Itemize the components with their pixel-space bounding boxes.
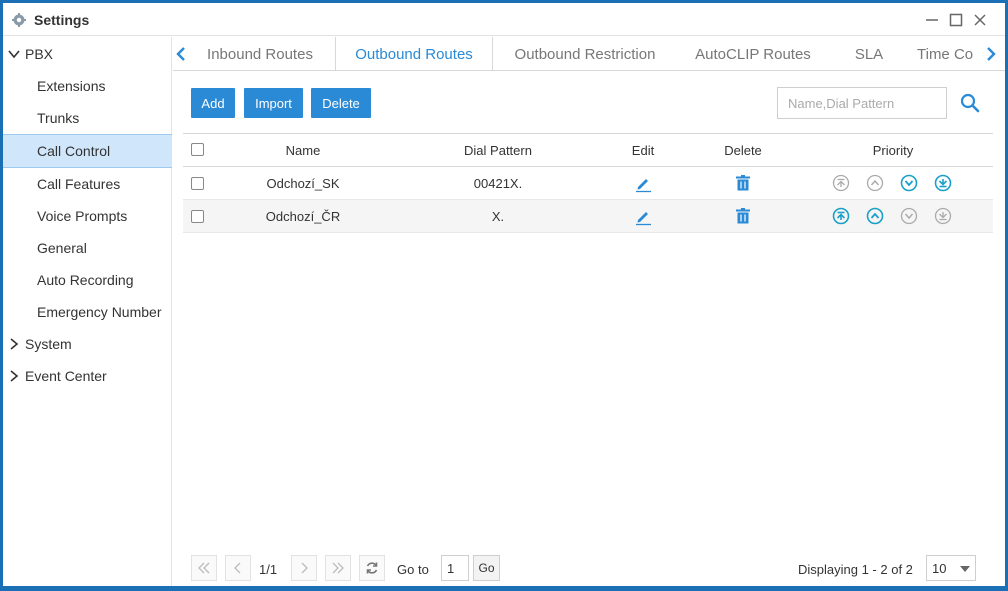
settings-window: Settings PBX Extensions Trunks Call Cont… [3, 3, 1005, 586]
displaying-text: Displaying 1 - 2 of 2 [798, 562, 913, 577]
sidebar-group-event-center[interactable]: Event Center [3, 361, 172, 391]
sidebar-group-label: Event Center [25, 368, 107, 384]
last-page-button[interactable] [325, 555, 351, 581]
trash-icon[interactable] [734, 207, 752, 225]
sidebar: PBX Extensions Trunks Call Control Call … [3, 37, 172, 586]
column-header-edit: Edit [631, 142, 655, 158]
minimize-icon[interactable] [924, 12, 940, 28]
route-name: Odchozí_ČR [265, 208, 341, 224]
route-name: Odchozí_SK [266, 175, 340, 191]
main-content: Inbound Routes Outbound Routes Outbound … [173, 37, 1005, 586]
sidebar-item-extensions[interactable]: Extensions [3, 70, 172, 102]
double-chevron-right-icon [332, 562, 344, 574]
tab-autoclip-routes[interactable]: AutoCLIP Routes [681, 37, 825, 70]
search-input[interactable] [777, 87, 947, 119]
delete-button[interactable]: Delete [311, 88, 371, 118]
sidebar-item-emergency-number[interactable]: Emergency Number [3, 296, 172, 328]
double-chevron-left-icon [198, 562, 210, 574]
row-checkbox[interactable] [191, 210, 204, 223]
search-icon[interactable] [960, 93, 980, 113]
move-down-icon[interactable] [900, 174, 918, 192]
tab-time-conditions[interactable]: Time Co [917, 37, 983, 70]
window-title: Settings [34, 12, 90, 28]
sidebar-item-call-features[interactable]: Call Features [3, 168, 172, 200]
tab-outbound-restriction[interactable]: Outbound Restriction [503, 37, 667, 70]
import-button[interactable]: Import [244, 88, 303, 118]
sidebar-item-voice-prompts[interactable]: Voice Prompts [3, 200, 172, 232]
maximize-icon[interactable] [948, 12, 964, 28]
chevron-down-icon [8, 50, 20, 59]
tab-scroll-right-icon[interactable] [985, 46, 997, 62]
sidebar-group-system[interactable]: System [3, 329, 172, 359]
chevron-right-icon [10, 370, 19, 382]
refresh-icon [366, 562, 378, 574]
gear-icon [12, 13, 26, 27]
refresh-button[interactable] [359, 555, 385, 581]
move-top-icon[interactable] [832, 207, 850, 225]
column-header-name[interactable]: Name [243, 134, 363, 166]
page-size-value: 10 [932, 560, 947, 576]
title-bar: Settings [3, 3, 1005, 36]
table-row[interactable]: Odchozí_ČR X. [183, 200, 993, 233]
edit-pencil-icon[interactable] [634, 208, 652, 226]
column-header-priority: Priority [872, 142, 914, 158]
tab-outbound-routes[interactable]: Outbound Routes [335, 37, 493, 70]
move-down-icon [900, 207, 918, 225]
move-bottom-icon [934, 207, 952, 225]
route-dial-pattern: 00421X. [473, 175, 523, 191]
tab-bar: Inbound Routes Outbound Routes Outbound … [173, 37, 1005, 71]
page-info: 1/1 [259, 562, 278, 577]
dropdown-arrow-icon [960, 566, 970, 572]
row-checkbox[interactable] [191, 177, 204, 190]
table-row[interactable]: Odchozí_SK 00421X. [183, 167, 993, 200]
add-button[interactable]: Add [191, 88, 235, 118]
move-bottom-icon[interactable] [934, 174, 952, 192]
go-button[interactable]: Go [473, 555, 500, 581]
previous-page-button[interactable] [225, 555, 251, 581]
sidebar-item-trunks[interactable]: Trunks [3, 102, 172, 134]
move-up-icon[interactable] [866, 207, 884, 225]
sidebar-group-label: PBX [25, 46, 54, 62]
column-header-delete: Delete [724, 142, 762, 158]
table-header: Name Dial Pattern Edit Delete Priority [183, 133, 993, 167]
chevron-right-icon [10, 338, 19, 350]
edit-pencil-icon[interactable] [634, 175, 652, 193]
chevron-left-icon [234, 562, 241, 574]
tab-sla[interactable]: SLA [841, 37, 897, 70]
column-header-dial-pattern[interactable]: Dial Pattern [433, 134, 563, 166]
sidebar-group-pbx[interactable]: PBX [3, 39, 172, 69]
goto-page-input[interactable]: 1 [441, 555, 469, 581]
close-icon[interactable] [972, 12, 988, 28]
sidebar-item-call-control[interactable]: Call Control [3, 134, 172, 168]
move-up-icon [866, 174, 884, 192]
pagination-bar: 1/1 Go to 1 Go Displaying 1 - 2 of 2 10 [173, 553, 1005, 585]
sidebar-item-general[interactable]: General [3, 232, 172, 264]
tab-inbound-routes[interactable]: Inbound Routes [195, 37, 325, 70]
first-page-button[interactable] [191, 555, 217, 581]
next-page-button[interactable] [291, 555, 317, 581]
sidebar-item-auto-recording[interactable]: Auto Recording [3, 264, 172, 296]
page-size-select[interactable]: 10 [926, 555, 976, 581]
sidebar-group-label: System [25, 336, 72, 352]
select-all-checkbox[interactable] [191, 143, 204, 156]
tab-scroll-left-icon[interactable] [175, 46, 187, 62]
chevron-right-icon [301, 562, 308, 574]
route-dial-pattern: X. [491, 208, 505, 224]
goto-label: Go to [397, 562, 429, 577]
trash-icon[interactable] [734, 174, 752, 192]
move-top-icon [832, 174, 850, 192]
